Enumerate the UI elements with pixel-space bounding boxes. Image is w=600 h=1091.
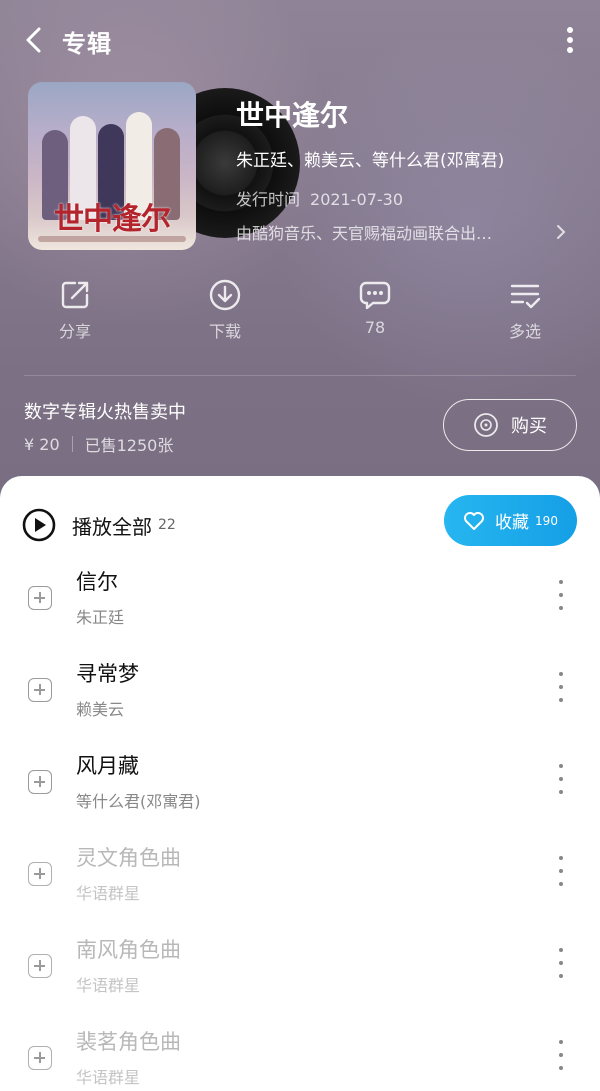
release-label: 发行时间 [236, 190, 301, 209]
song-title: 南风角色曲 [76, 938, 181, 962]
share-button[interactable]: 分享 [25, 278, 125, 342]
song-artist: 等什么君(邓寓君) [76, 792, 201, 811]
add-to-playlist-icon[interactable] [28, 862, 52, 886]
sold-count: 已售1250张 [84, 436, 174, 455]
top-bar: 专辑 [0, 0, 600, 80]
add-to-playlist-icon[interactable] [28, 678, 52, 702]
chevron-left-icon [26, 27, 41, 53]
favorite-button[interactable]: 收藏 190 [444, 495, 577, 546]
song-artist: 朱正廷 [76, 608, 125, 627]
favorite-count: 190 [535, 513, 558, 528]
song-more-icon[interactable] [553, 856, 569, 886]
song-row[interactable]: 灵文角色曲 华语群星 [0, 834, 600, 926]
song-title: 裴茗角色曲 [76, 1030, 181, 1054]
play-all-label: 播放全部 [72, 514, 152, 539]
download-icon [209, 279, 241, 311]
chevron-right-icon [557, 225, 566, 239]
song-title: 寻常梦 [76, 662, 139, 686]
song-more-icon[interactable] [553, 948, 569, 978]
song-artist: 华语群星 [76, 976, 141, 995]
song-row[interactable]: 裴茗角色曲 华语群星 [0, 1018, 600, 1091]
download-button[interactable]: 下载 [175, 278, 275, 342]
song-more-icon[interactable] [553, 580, 569, 610]
promo-title: 数字专辑火热售卖中 [24, 402, 186, 423]
release-date: 2021-07-30 [310, 190, 403, 209]
song-row[interactable]: 风月藏 等什么君(邓寓君) [0, 742, 600, 834]
cover-caption-strip [38, 236, 186, 242]
publisher-info[interactable]: 由酷狗音乐、天官赐福动画联合出… [236, 220, 566, 244]
multi-select-button[interactable]: 多选 [475, 278, 575, 342]
separator [71, 436, 73, 452]
share-icon [61, 281, 89, 309]
song-artist: 华语群星 [76, 1068, 141, 1087]
song-row[interactable]: 南风角色曲 华语群星 [0, 926, 600, 1018]
song-more-icon[interactable] [553, 1040, 569, 1070]
song-list-panel: 播放全部 22 收藏 190 信尔 朱正廷 寻常梦 赖美云 风月藏 等什么君(邓… [0, 476, 600, 1091]
add-to-playlist-icon[interactable] [28, 954, 52, 978]
song-row[interactable]: 寻常梦 赖美云 [0, 650, 600, 742]
song-more-icon[interactable] [553, 672, 569, 702]
song-more-icon[interactable] [553, 764, 569, 794]
play-circle-icon [22, 508, 56, 542]
comment-icon [359, 281, 391, 310]
divider [24, 375, 576, 376]
song-title: 灵文角色曲 [76, 846, 181, 870]
multi-select-icon [510, 284, 541, 309]
download-label: 下载 [208, 322, 241, 341]
play-all-button[interactable]: 播放全部 22 [22, 508, 176, 542]
multi-select-label: 多选 [508, 322, 541, 341]
song-artist: 华语群星 [76, 884, 141, 903]
buy-label: 购买 [511, 416, 547, 437]
song-artist: 赖美云 [76, 700, 125, 719]
album-artists[interactable]: 朱正廷、赖美云、等什么君(邓寓君) [236, 146, 504, 171]
publisher-text: 由酷狗音乐、天官赐福动画联合出… [236, 224, 493, 243]
song-row[interactable]: 信尔 朱正廷 [0, 558, 600, 650]
add-to-playlist-icon[interactable] [28, 586, 52, 610]
album-title: 世中逢尔 [236, 99, 349, 132]
comment-button[interactable]: 78 [325, 278, 425, 337]
album-cover[interactable]: 世中逢尔 [28, 82, 196, 250]
song-title: 风月藏 [76, 754, 139, 778]
buy-button[interactable]: 购买 [443, 399, 577, 451]
promo-price-info: ¥ 20 已售1250张 [24, 432, 173, 456]
favorite-label: 收藏 [495, 513, 530, 533]
song-title: 信尔 [76, 570, 118, 594]
action-row: 分享 下载 78 多选 [0, 278, 600, 358]
more-options-button[interactable] [556, 22, 584, 58]
disc-icon [474, 413, 498, 437]
page-title: 专辑 [62, 30, 112, 58]
price: ¥ 20 [24, 434, 60, 454]
track-count: 22 [158, 517, 176, 533]
back-button[interactable] [16, 22, 52, 58]
more-vertical-icon [567, 27, 573, 53]
cover-title-art: 世中逢尔 [54, 202, 171, 237]
heart-icon [464, 511, 485, 530]
add-to-playlist-icon[interactable] [28, 770, 52, 794]
share-label: 分享 [58, 322, 91, 341]
comment-count: 78 [364, 318, 386, 337]
add-to-playlist-icon[interactable] [28, 1046, 52, 1070]
release-info: 发行时间 2021-07-30 [236, 186, 413, 210]
